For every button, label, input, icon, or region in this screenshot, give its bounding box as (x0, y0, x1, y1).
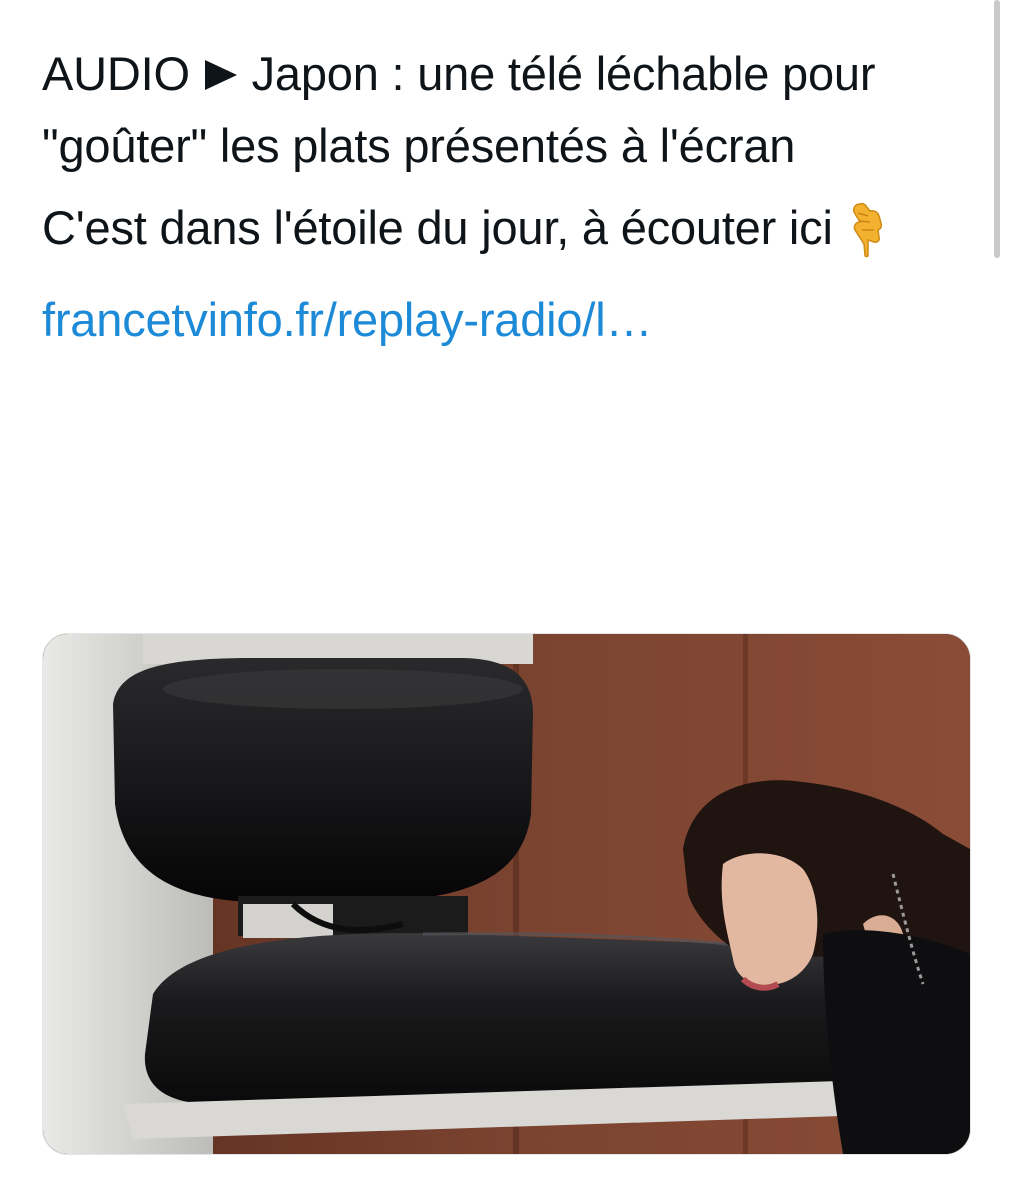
photo-woman-licking-tv-screen (43, 634, 970, 1154)
audio-label: AUDIO (42, 47, 190, 100)
article-link[interactable]: francetvinfo.fr/replay-radio/l… (42, 284, 972, 356)
tweet-body: AUDIO Japon : une télé léchable pour "go… (42, 38, 972, 356)
media-image[interactable] (42, 633, 971, 1155)
scrollbar[interactable] (994, 0, 1000, 258)
play-triangle-icon (203, 38, 239, 110)
tweet-subline: C'est dans l'étoile du jour, à écouter i… (42, 192, 972, 264)
pointing-down-emoji-icon (846, 192, 890, 264)
tweet-headline: AUDIO Japon : une télé léchable pour "go… (42, 38, 972, 182)
subline-text: C'est dans l'étoile du jour, à écouter i… (42, 201, 833, 254)
